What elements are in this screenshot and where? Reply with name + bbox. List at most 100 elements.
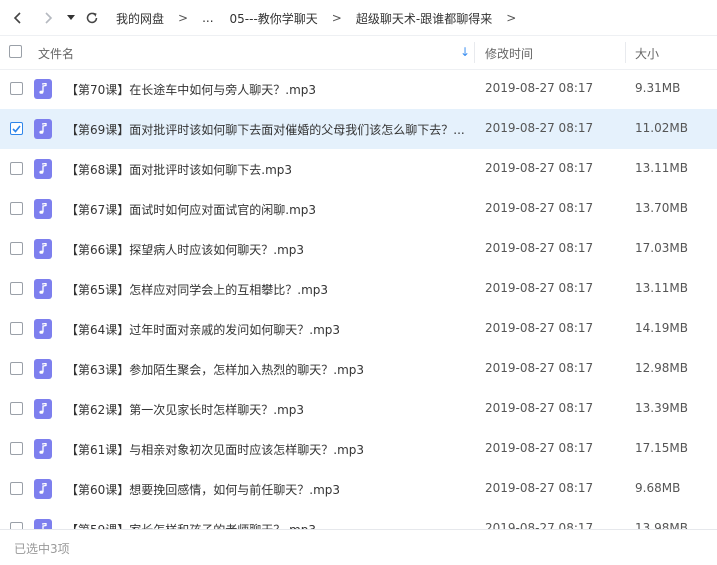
file-modified-time: 2019-08-27 08:17 bbox=[485, 441, 594, 455]
row-checkbox[interactable] bbox=[10, 82, 23, 95]
file-name[interactable]: 【第61课】与相亲对象初次见面时应该怎样聊天？.mp3 bbox=[66, 441, 466, 458]
audio-file-icon bbox=[34, 359, 52, 379]
music-note-icon bbox=[39, 323, 47, 334]
column-divider[interactable] bbox=[625, 42, 626, 63]
audio-file-icon bbox=[34, 239, 52, 259]
column-divider[interactable] bbox=[474, 42, 475, 63]
file-size: 13.39MB bbox=[635, 401, 688, 415]
sort-arrow-icon[interactable]: ↓ bbox=[460, 45, 470, 59]
row-checkbox[interactable] bbox=[10, 402, 23, 415]
file-size: 9.31MB bbox=[635, 81, 681, 95]
file-modified-time: 2019-08-27 08:17 bbox=[485, 361, 594, 375]
file-name[interactable]: 【第62课】第一次见家长时怎样聊天？.mp3 bbox=[66, 401, 466, 418]
column-header-size[interactable]: 大小 bbox=[635, 45, 659, 62]
file-modified-time: 2019-08-27 08:17 bbox=[485, 521, 594, 529]
breadcrumb-item-current[interactable]: 超级聊天术-跟谁都聊得来 bbox=[348, 10, 500, 27]
music-note-icon bbox=[39, 123, 47, 134]
file-modified-time: 2019-08-27 08:17 bbox=[485, 321, 594, 335]
music-note-icon bbox=[39, 483, 47, 494]
column-header-modified-time[interactable]: 修改时间 bbox=[485, 45, 533, 62]
breadcrumb-separator: > bbox=[331, 11, 342, 25]
select-all-checkbox[interactable] bbox=[9, 45, 22, 58]
audio-file-icon bbox=[34, 479, 52, 499]
breadcrumb: 我的网盘 > ... 05---教你学聊天 > 超级聊天术-跟谁都聊得来 > bbox=[108, 0, 522, 36]
chevron-right-icon bbox=[45, 12, 53, 24]
row-checkbox[interactable] bbox=[10, 322, 23, 335]
breadcrumb-item-folder[interactable]: 05---教你学聊天 bbox=[222, 10, 326, 27]
audio-file-icon bbox=[34, 279, 52, 299]
audio-file-icon bbox=[34, 519, 52, 529]
row-checkbox[interactable] bbox=[10, 162, 23, 175]
audio-file-icon bbox=[34, 79, 52, 99]
audio-file-icon bbox=[34, 159, 52, 179]
file-size: 14.19MB bbox=[635, 321, 688, 335]
file-name[interactable]: 【第63课】参加陌生聚会，怎样加入热烈的聊天？.mp3 bbox=[66, 361, 466, 378]
file-row[interactable]: 【第67课】面试时如何应对面试官的闲聊.mp3 2019-08-27 08:17 1… bbox=[0, 189, 717, 229]
chevron-left-icon bbox=[13, 12, 21, 24]
breadcrumb-separator: > bbox=[178, 11, 189, 25]
file-row[interactable]: 【第59课】家长怎样和孩子的老师聊天？.mp3 2019-08-27 08:17 1… bbox=[0, 509, 717, 529]
file-name[interactable]: 【第69课】面对批评时该如何聊下去面对催婚的父母我们该怎么聊下去？.... bbox=[66, 121, 466, 138]
breadcrumb-item-root[interactable]: 我的网盘 bbox=[108, 10, 172, 27]
file-name[interactable]: 【第67课】面试时如何应对面试官的闲聊.mp3 bbox=[66, 201, 466, 218]
row-checkbox[interactable] bbox=[10, 202, 23, 215]
audio-file-icon bbox=[34, 399, 52, 419]
file-list: 【第70课】在长途车中如何与旁人聊天？.mp3 2019-08-27 08:17 9… bbox=[0, 69, 717, 529]
file-row[interactable]: 【第62课】第一次见家长时怎样聊天？.mp3 2019-08-27 08:17 13… bbox=[0, 389, 717, 429]
audio-file-icon bbox=[34, 199, 52, 219]
file-size: 9.68MB bbox=[635, 481, 681, 495]
file-size: 17.15MB bbox=[635, 441, 688, 455]
file-row[interactable]: 【第69课】面对批评时该如何聊下去面对催婚的父母我们该怎么聊下去？.... 201… bbox=[0, 109, 717, 149]
file-size: 17.03MB bbox=[635, 241, 688, 255]
file-modified-time: 2019-08-27 08:17 bbox=[485, 401, 594, 415]
file-size: 13.98MB bbox=[635, 521, 688, 529]
file-modified-time: 2019-08-27 08:17 bbox=[485, 161, 594, 175]
audio-file-icon bbox=[34, 119, 52, 139]
file-row[interactable]: 【第65课】怎样应对同学会上的互相攀比？.mp3 2019-08-27 08:17… bbox=[0, 269, 717, 309]
status-bar: 已选中3项 bbox=[0, 529, 717, 565]
file-modified-time: 2019-08-27 08:17 bbox=[485, 481, 594, 495]
music-note-icon bbox=[39, 203, 47, 214]
file-modified-time: 2019-08-27 08:17 bbox=[485, 81, 594, 95]
file-modified-time: 2019-08-27 08:17 bbox=[485, 281, 594, 295]
row-checkbox[interactable] bbox=[10, 362, 23, 375]
checkmark-icon bbox=[12, 124, 21, 133]
caret-down-icon bbox=[67, 15, 75, 20]
selection-count-text: 已选中3项 bbox=[14, 542, 70, 556]
music-note-icon bbox=[39, 363, 47, 374]
music-note-icon bbox=[39, 283, 47, 294]
file-row[interactable]: 【第64课】过年时面对亲戚的发问如何聊天？.mp3 2019-08-27 08:1… bbox=[0, 309, 717, 349]
row-checkbox[interactable] bbox=[10, 122, 23, 135]
file-modified-time: 2019-08-27 08:17 bbox=[485, 241, 594, 255]
refresh-icon bbox=[86, 12, 98, 24]
file-name[interactable]: 【第59课】家长怎样和孩子的老师聊天？.mp3 bbox=[66, 521, 466, 529]
file-row[interactable]: 【第60课】想要挽回感情，如何与前任聊天？.mp3 2019-08-27 08:1… bbox=[0, 469, 717, 509]
file-modified-time: 2019-08-27 08:17 bbox=[485, 121, 594, 135]
file-name[interactable]: 【第70课】在长途车中如何与旁人聊天？.mp3 bbox=[66, 81, 466, 98]
file-name[interactable]: 【第60课】想要挽回感情，如何与前任聊天？.mp3 bbox=[66, 481, 466, 498]
file-name[interactable]: 【第68课】面对批评时该如何聊下去.mp3 bbox=[66, 161, 466, 178]
row-checkbox[interactable] bbox=[10, 522, 23, 529]
history-dropdown-button[interactable] bbox=[62, 6, 80, 30]
file-row[interactable]: 【第61课】与相亲对象初次见面时应该怎样聊天？.mp3 2019-08-27 08… bbox=[0, 429, 717, 469]
row-checkbox[interactable] bbox=[10, 482, 23, 495]
refresh-button[interactable] bbox=[80, 6, 104, 30]
file-size: 12.98MB bbox=[635, 361, 688, 375]
file-row[interactable]: 【第70课】在长途车中如何与旁人聊天？.mp3 2019-08-27 08:17 9… bbox=[0, 69, 717, 109]
music-note-icon bbox=[39, 83, 47, 94]
file-name[interactable]: 【第64课】过年时面对亲戚的发问如何聊天？.mp3 bbox=[66, 321, 466, 338]
file-row[interactable]: 【第68课】面对批评时该如何聊下去.mp3 2019-08-27 08:17 13.… bbox=[0, 149, 717, 189]
row-checkbox[interactable] bbox=[10, 282, 23, 295]
row-checkbox[interactable] bbox=[10, 442, 23, 455]
row-checkbox[interactable] bbox=[10, 242, 23, 255]
file-name[interactable]: 【第65课】怎样应对同学会上的互相攀比？.mp3 bbox=[66, 281, 466, 298]
file-row[interactable]: 【第63课】参加陌生聚会，怎样加入热烈的聊天？.mp3 2019-08-27 08… bbox=[0, 349, 717, 389]
back-button[interactable] bbox=[6, 6, 30, 30]
forward-button[interactable] bbox=[36, 6, 60, 30]
file-name[interactable]: 【第66课】探望病人时应该如何聊天？.mp3 bbox=[66, 241, 466, 258]
column-header-name[interactable]: 文件名 bbox=[38, 45, 74, 62]
breadcrumb-item-ellipsis[interactable]: ... bbox=[194, 11, 221, 25]
music-note-icon bbox=[39, 163, 47, 174]
file-row[interactable]: 【第66课】探望病人时应该如何聊天？.mp3 2019-08-27 08:17 17… bbox=[0, 229, 717, 269]
breadcrumb-separator: > bbox=[506, 11, 517, 25]
